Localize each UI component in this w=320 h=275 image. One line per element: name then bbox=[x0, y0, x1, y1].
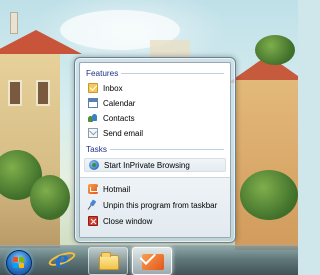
jump-item-label: Close window bbox=[103, 216, 153, 226]
taskbar-button-mail[interactable] bbox=[132, 247, 172, 275]
section-header-features: Features bbox=[86, 67, 224, 79]
send-email-icon bbox=[88, 128, 98, 138]
jump-item-label: Start InPrivate Browsing bbox=[104, 160, 190, 170]
taskbar-button-internet-explorer[interactable]: e bbox=[42, 247, 82, 275]
wallpaper-building bbox=[235, 80, 298, 250]
jump-item-contacts[interactable]: Contacts bbox=[88, 111, 135, 125]
wallpaper-roof bbox=[0, 30, 82, 54]
inbox-icon bbox=[88, 83, 98, 93]
inprivate-icon bbox=[89, 160, 99, 170]
jump-item-inprivate[interactable]: Start InPrivate Browsing bbox=[84, 158, 226, 172]
section-divider bbox=[109, 149, 224, 150]
jump-item-label: Inbox bbox=[103, 83, 123, 93]
jump-item-label: Hotmail bbox=[103, 184, 131, 194]
contacts-icon bbox=[88, 113, 98, 123]
jump-item-label: Send email bbox=[103, 128, 144, 138]
taskbar-button-explorer[interactable] bbox=[88, 247, 128, 275]
wallpaper-window bbox=[8, 80, 22, 106]
jump-item-label: Calendar bbox=[103, 98, 136, 108]
jump-list-footer: Hotmail Unpin this program from taskbar … bbox=[80, 177, 230, 237]
folder-icon bbox=[99, 252, 119, 270]
section-header-tasks: Tasks bbox=[86, 143, 224, 155]
jump-item-hotmail[interactable]: Hotmail bbox=[88, 182, 130, 196]
calendar-icon bbox=[88, 98, 98, 108]
jump-item-label: Unpin this program from taskbar bbox=[103, 200, 218, 210]
ie-icon: e bbox=[55, 247, 69, 273]
wallpaper-window bbox=[36, 80, 50, 106]
jump-item-close-window[interactable]: Close window bbox=[88, 214, 152, 228]
wallpaper-tree bbox=[255, 35, 295, 65]
close-window-icon bbox=[88, 216, 98, 226]
unpin-icon bbox=[88, 200, 98, 210]
mail-icon bbox=[142, 254, 164, 270]
jump-item-unpin[interactable]: Unpin this program from taskbar bbox=[88, 198, 217, 212]
jump-list: Features Inbox Calendar Contacts Send em… bbox=[74, 57, 236, 243]
jump-item-inbox[interactable]: Inbox bbox=[88, 81, 123, 95]
wallpaper-tree bbox=[240, 170, 298, 220]
section-header-label: Features bbox=[86, 68, 119, 78]
hotmail-icon bbox=[88, 184, 98, 194]
windows-logo-icon bbox=[13, 257, 25, 269]
jump-item-calendar[interactable]: Calendar bbox=[88, 96, 135, 110]
section-divider bbox=[121, 73, 224, 74]
wallpaper-tree bbox=[30, 175, 70, 220]
jump-item-send-email[interactable]: Send email bbox=[88, 126, 143, 140]
jump-item-label: Contacts bbox=[103, 113, 135, 123]
jump-list-panel: Features Inbox Calendar Contacts Send em… bbox=[79, 62, 231, 238]
section-header-label: Tasks bbox=[86, 144, 107, 154]
